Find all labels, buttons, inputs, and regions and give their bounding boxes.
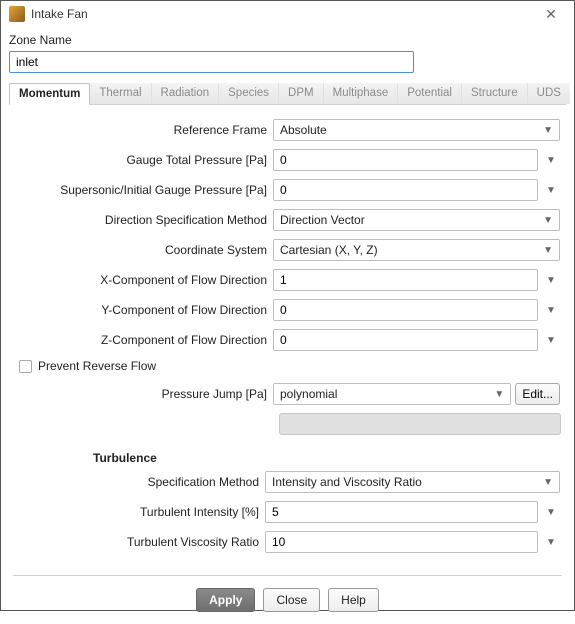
window-title: Intake Fan [31,7,536,21]
y-component-input[interactable] [273,299,538,321]
y-component-label: Y-Component of Flow Direction [15,303,273,317]
close-button[interactable]: Close [263,588,320,612]
turbulence-title: Turbulence [93,451,560,465]
turb-viscosity-ratio-label: Turbulent Viscosity Ratio [15,535,265,549]
pressure-jump-label: Pressure Jump [Pa] [15,387,273,401]
chevron-down-icon[interactable]: ▼ [542,335,560,346]
prevent-reverse-flow-label: Prevent Reverse Flow [38,359,156,373]
close-icon[interactable]: ✕ [536,6,566,23]
chevron-down-icon: ▼ [543,215,553,226]
turb-spec-method-select[interactable]: Intensity and Viscosity Ratio ▼ [265,471,560,493]
tabs: Momentum Thermal Radiation Species DPM M… [9,83,566,105]
reference-frame-value: Absolute [280,123,327,137]
chevron-down-icon[interactable]: ▼ [542,305,560,316]
chevron-down-icon[interactable]: ▼ [542,275,560,286]
chevron-down-icon[interactable]: ▼ [542,185,560,196]
zone-name-input[interactable] [9,51,414,73]
apply-button[interactable]: Apply [196,588,255,612]
chevron-down-icon: ▼ [543,477,553,488]
momentum-panel: Reference Frame Absolute ▼ Gauge Total P… [9,105,566,569]
gauge-total-pressure-label: Gauge Total Pressure [Pa] [15,153,273,167]
gauge-total-pressure-input[interactable] [273,149,538,171]
direction-method-select[interactable]: Direction Vector ▼ [273,209,560,231]
pressure-jump-edit-button[interactable]: Edit... [515,383,560,405]
x-component-label: X-Component of Flow Direction [15,273,273,287]
direction-method-value: Direction Vector [280,213,365,227]
tab-thermal[interactable]: Thermal [90,83,151,104]
tab-uds[interactable]: UDS [528,83,570,104]
pressure-jump-extra-slot [279,413,561,435]
direction-method-label: Direction Specification Method [15,213,273,227]
chevron-down-icon: ▼ [543,125,553,136]
reference-frame-select[interactable]: Absolute ▼ [273,119,560,141]
turb-viscosity-ratio-input[interactable] [265,531,538,553]
turb-spec-method-value: Intensity and Viscosity Ratio [272,475,422,489]
turb-intensity-input[interactable] [265,501,538,523]
reference-frame-label: Reference Frame [15,123,273,137]
footer: Apply Close Help [9,576,566,624]
tab-structure[interactable]: Structure [462,83,528,104]
chevron-down-icon[interactable]: ▼ [542,537,560,548]
tab-species[interactable]: Species [219,83,279,104]
z-component-input[interactable] [273,329,538,351]
tab-potential[interactable]: Potential [398,83,462,104]
supersonic-pressure-label: Supersonic/Initial Gauge Pressure [Pa] [15,183,273,197]
chevron-down-icon: ▼ [543,245,553,256]
coordinate-system-select[interactable]: Cartesian (X, Y, Z) ▼ [273,239,560,261]
title-bar: Intake Fan ✕ [1,1,574,27]
supersonic-pressure-input[interactable] [273,179,538,201]
pressure-jump-select[interactable]: polynomial ▼ [273,383,511,405]
chevron-down-icon: ▼ [494,389,504,400]
tab-multiphase[interactable]: Multiphase [324,83,399,104]
coordinate-system-label: Coordinate System [15,243,273,257]
turb-spec-method-label: Specification Method [15,475,265,489]
pressure-jump-value: polynomial [280,387,337,401]
chevron-down-icon[interactable]: ▼ [542,155,560,166]
tab-dpm[interactable]: DPM [279,83,324,104]
chevron-down-icon[interactable]: ▼ [542,507,560,518]
help-button[interactable]: Help [328,588,379,612]
tab-radiation[interactable]: Radiation [152,83,220,104]
x-component-input[interactable] [273,269,538,291]
z-component-label: Z-Component of Flow Direction [15,333,273,347]
prevent-reverse-flow-checkbox[interactable] [19,360,32,373]
coordinate-system-value: Cartesian (X, Y, Z) [280,243,378,257]
turb-intensity-label: Turbulent Intensity [%] [15,505,265,519]
zone-name-label: Zone Name [9,33,566,47]
app-icon [9,6,25,22]
tab-momentum[interactable]: Momentum [9,83,90,105]
